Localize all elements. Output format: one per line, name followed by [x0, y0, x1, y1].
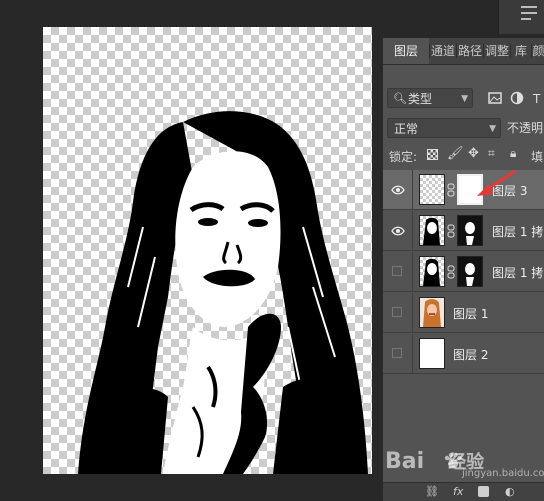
layers-panel-footer: ⛓︎ fx ◐	[383, 482, 544, 501]
red-arrow-annotation	[477, 169, 516, 196]
artboard-icon[interactable]: ⌗	[488, 146, 495, 161]
visibility-toggle[interactable]	[383, 170, 413, 210]
layer-row-1[interactable]: 图层 1	[383, 293, 544, 333]
tab-layers[interactable]: 图层	[383, 38, 429, 64]
mask-portrait-thumbnail	[465, 263, 475, 286]
watermark-brand: Bai	[385, 449, 425, 474]
link-icon[interactable]	[447, 265, 455, 279]
mask-portrait-thumbnail	[465, 222, 475, 245]
adjustment-filter-icon[interactable]	[510, 91, 524, 105]
chevron-down-icon: ▼	[461, 94, 468, 104]
visibility-toggle[interactable]	[383, 293, 413, 333]
chevron-down-icon: ▼	[489, 124, 496, 134]
lock-transparent-icon[interactable]	[427, 149, 438, 160]
canvas-edge	[372, 0, 382, 500]
dock-menu-icon-line	[521, 18, 531, 20]
image-filter-icon[interactable]	[488, 91, 502, 105]
layers-panel: 图层 通道 路径 调整 库 颜 🔍︎ 类型 ▼ T 正常 ▼ 不透明 锁定: 🖌…	[382, 38, 544, 501]
visibility-off-icon	[392, 266, 402, 276]
blend-mode-select[interactable]: 正常 ▼	[387, 118, 501, 138]
portrait-thumbnail	[423, 258, 440, 286]
layer-thumbnail[interactable]	[419, 174, 445, 205]
panel-tabs: 图层 通道 路径 调整 库 颜	[383, 38, 544, 65]
adjustment-icon[interactable]: ◐	[505, 485, 515, 498]
visibility-toggle[interactable]	[383, 252, 413, 292]
portrait-thumbnail	[423, 217, 440, 245]
filter-kind-select[interactable]: 🔍︎ 类型 ▼	[387, 88, 473, 108]
visibility-toggle[interactable]	[383, 211, 413, 251]
layer-name[interactable]: 图层 1	[453, 305, 488, 322]
fx-icon[interactable]: fx	[453, 485, 463, 498]
tab-paths-label: 路径	[457, 44, 482, 58]
layer-thumbnail[interactable]	[419, 215, 445, 246]
eye-icon	[391, 226, 405, 236]
brush-icon[interactable]: 🖌︎	[447, 146, 464, 161]
search-icon: 🔍︎	[393, 92, 407, 105]
dock-menu-icon-line	[521, 12, 537, 14]
layer-row-1-copy-b[interactable]: 图层 1 拷贝	[383, 252, 544, 292]
lock-row: 锁定: 🖌︎ ✥ ⌗ 🔒︎ 填	[383, 146, 544, 166]
layer-row-1-copy-a[interactable]: 图层 1 拷贝	[383, 211, 544, 251]
fill-label: 填	[531, 150, 544, 164]
lock-icon[interactable]: 🔒︎	[510, 146, 516, 161]
layer-thumbnail[interactable]	[419, 256, 445, 287]
layer-thumbnail[interactable]	[419, 338, 445, 369]
mask-icon[interactable]	[478, 486, 489, 497]
layer-row-3[interactable]: 图层 3	[383, 169, 544, 210]
watermark-url: jingyan.baidu.com	[462, 468, 544, 479]
eye-icon	[391, 185, 405, 195]
link-icon[interactable]	[447, 183, 455, 197]
layer-mask-thumbnail[interactable]	[457, 256, 483, 287]
layer-name[interactable]: 图层 1 拷贝	[492, 223, 544, 240]
tab-channels-label: 通道	[430, 44, 455, 58]
layer-row-2[interactable]: 图层 2	[383, 334, 544, 374]
visibility-off-icon	[392, 307, 402, 317]
opacity-label: 不透明	[507, 121, 544, 135]
visibility-off-icon	[392, 348, 402, 358]
visibility-toggle[interactable]	[383, 334, 413, 374]
link-icon[interactable]: ⛓︎	[425, 485, 439, 498]
filter-kind-label: 类型	[408, 92, 433, 106]
dock-menu-icon[interactable]	[521, 6, 537, 8]
tab-libraries[interactable]: 库	[511, 38, 531, 64]
portrait-artwork	[78, 111, 368, 474]
color-photo-thumbnail	[423, 299, 441, 327]
tab-adjustments[interactable]: 调整	[484, 38, 510, 64]
lock-label: 锁定:	[389, 150, 418, 164]
type-filter-icon[interactable]: T	[531, 91, 544, 105]
canvas-area[interactable]	[0, 0, 382, 500]
layer-name[interactable]: 图层 1 拷贝	[492, 264, 544, 281]
layer-name[interactable]: 图层 2	[453, 346, 488, 363]
link-icon[interactable]	[447, 224, 455, 238]
blend-mode-label: 正常	[394, 122, 419, 136]
tab-color[interactable]: 颜	[532, 38, 544, 64]
document-canvas[interactable]	[43, 27, 372, 474]
dock-panel-header[interactable]	[498, 0, 544, 34]
tab-channels[interactable]: 通道	[430, 38, 456, 64]
layer-thumbnail[interactable]	[419, 297, 445, 328]
layer-mask-thumbnail[interactable]	[457, 215, 483, 246]
svg-text:T: T	[532, 92, 541, 105]
tab-adjustments-label: 调整	[484, 44, 509, 58]
move-icon[interactable]: ✥	[468, 146, 479, 161]
tab-paths[interactable]: 路径	[457, 38, 483, 64]
